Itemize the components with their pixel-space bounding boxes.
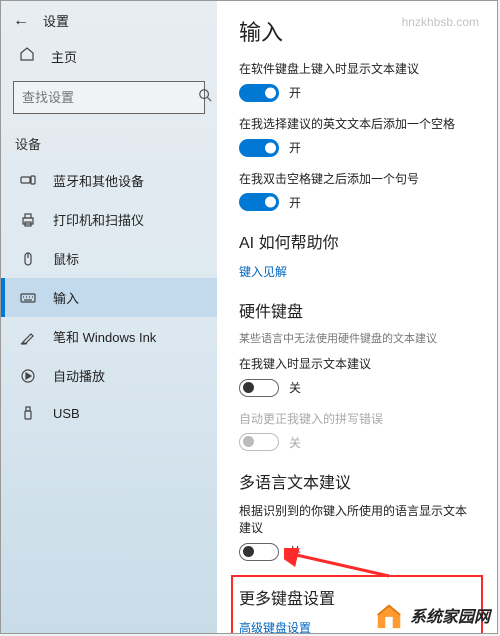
- link-typing-insights[interactable]: 键入见解: [239, 263, 477, 280]
- toggle-show-suggestions[interactable]: [239, 84, 279, 102]
- sidebar-item-bluetooth[interactable]: 蓝牙和其他设备: [1, 161, 217, 200]
- toggle-add-period[interactable]: [239, 193, 279, 211]
- toggle-state: 关: [289, 543, 301, 560]
- toggle-state: 开: [289, 84, 301, 101]
- autoplay-icon: [19, 368, 37, 384]
- nav-label: 鼠标: [53, 249, 79, 268]
- toggle-state: 关: [289, 379, 301, 396]
- usb-icon: [19, 405, 37, 421]
- heading-multilang: 多语言文本建议: [239, 469, 477, 493]
- section-label-devices: 设备: [1, 128, 217, 161]
- search-box[interactable]: [13, 81, 205, 114]
- sidebar-item-printers[interactable]: 打印机和扫描仪: [1, 200, 217, 239]
- nav-label: 蓝牙和其他设备: [53, 171, 144, 190]
- home-icon: [19, 46, 35, 67]
- search-icon: [198, 88, 212, 107]
- setting-label: 自动更正我键入的拼写错误: [239, 411, 477, 428]
- sidebar-item-typing[interactable]: 输入: [1, 278, 217, 317]
- toggle-hw-suggestions[interactable]: [239, 379, 279, 397]
- content-pane: 输入 在软件键盘上键入时显示文本建议 开 在我选择建议的英文文本后添加一个空格 …: [217, 1, 497, 633]
- logo-text: 系统家园网: [410, 603, 490, 627]
- setting-label: 在我键入时显示文本建议: [239, 356, 477, 373]
- nav-label: 自动播放: [53, 366, 105, 385]
- setting-label: 在软件键盘上键入时显示文本建议: [239, 61, 477, 78]
- hardware-desc: 某些语言中无法使用硬件键盘的文本建议: [239, 332, 477, 347]
- toggle-state: 开: [289, 139, 301, 156]
- home-label: 主页: [51, 47, 77, 66]
- nav-label: 打印机和扫描仪: [53, 210, 144, 229]
- mouse-icon: [19, 251, 37, 267]
- toggle-multilang[interactable]: [239, 543, 279, 561]
- toggle-state: 开: [289, 194, 301, 211]
- toggle-hw-autocorrect: [239, 433, 279, 451]
- keyboard-icon: [19, 290, 37, 306]
- bluetooth-icon: [19, 173, 37, 189]
- logo-icon: [374, 600, 404, 630]
- search-input[interactable]: [22, 90, 198, 105]
- site-logo: 系统家园网: [374, 600, 490, 630]
- nav-label: 输入: [53, 288, 79, 307]
- sidebar-item-usb[interactable]: USB: [1, 395, 217, 431]
- heading-ai: AI 如何帮助你: [239, 229, 477, 253]
- nav-label: USB: [53, 406, 80, 421]
- toggle-state: 关: [289, 434, 301, 451]
- printer-icon: [19, 212, 37, 228]
- page-title: 输入: [239, 15, 477, 47]
- sidebar-item-mouse[interactable]: 鼠标: [1, 239, 217, 278]
- nav-label: 笔和 Windows Ink: [53, 327, 156, 346]
- window-title: 设置: [43, 11, 69, 30]
- heading-hardware-keyboard: 硬件键盘: [239, 298, 477, 322]
- sidebar: ← 设置 主页 设备 蓝牙和其他设备 打印机和扫描仪: [1, 1, 217, 633]
- setting-label: 根据识别到的你键入所使用的语言显示文本建议: [239, 503, 477, 537]
- sidebar-item-home[interactable]: 主页: [1, 36, 217, 77]
- setting-label: 在我选择建议的英文文本后添加一个空格: [239, 116, 477, 133]
- setting-label: 在我双击空格键之后添加一个句号: [239, 171, 477, 188]
- sidebar-item-pen[interactable]: 笔和 Windows Ink: [1, 317, 217, 356]
- back-button[interactable]: ←: [13, 12, 29, 30]
- sidebar-item-autoplay[interactable]: 自动播放: [1, 356, 217, 395]
- pen-icon: [19, 329, 37, 345]
- toggle-add-space[interactable]: [239, 139, 279, 157]
